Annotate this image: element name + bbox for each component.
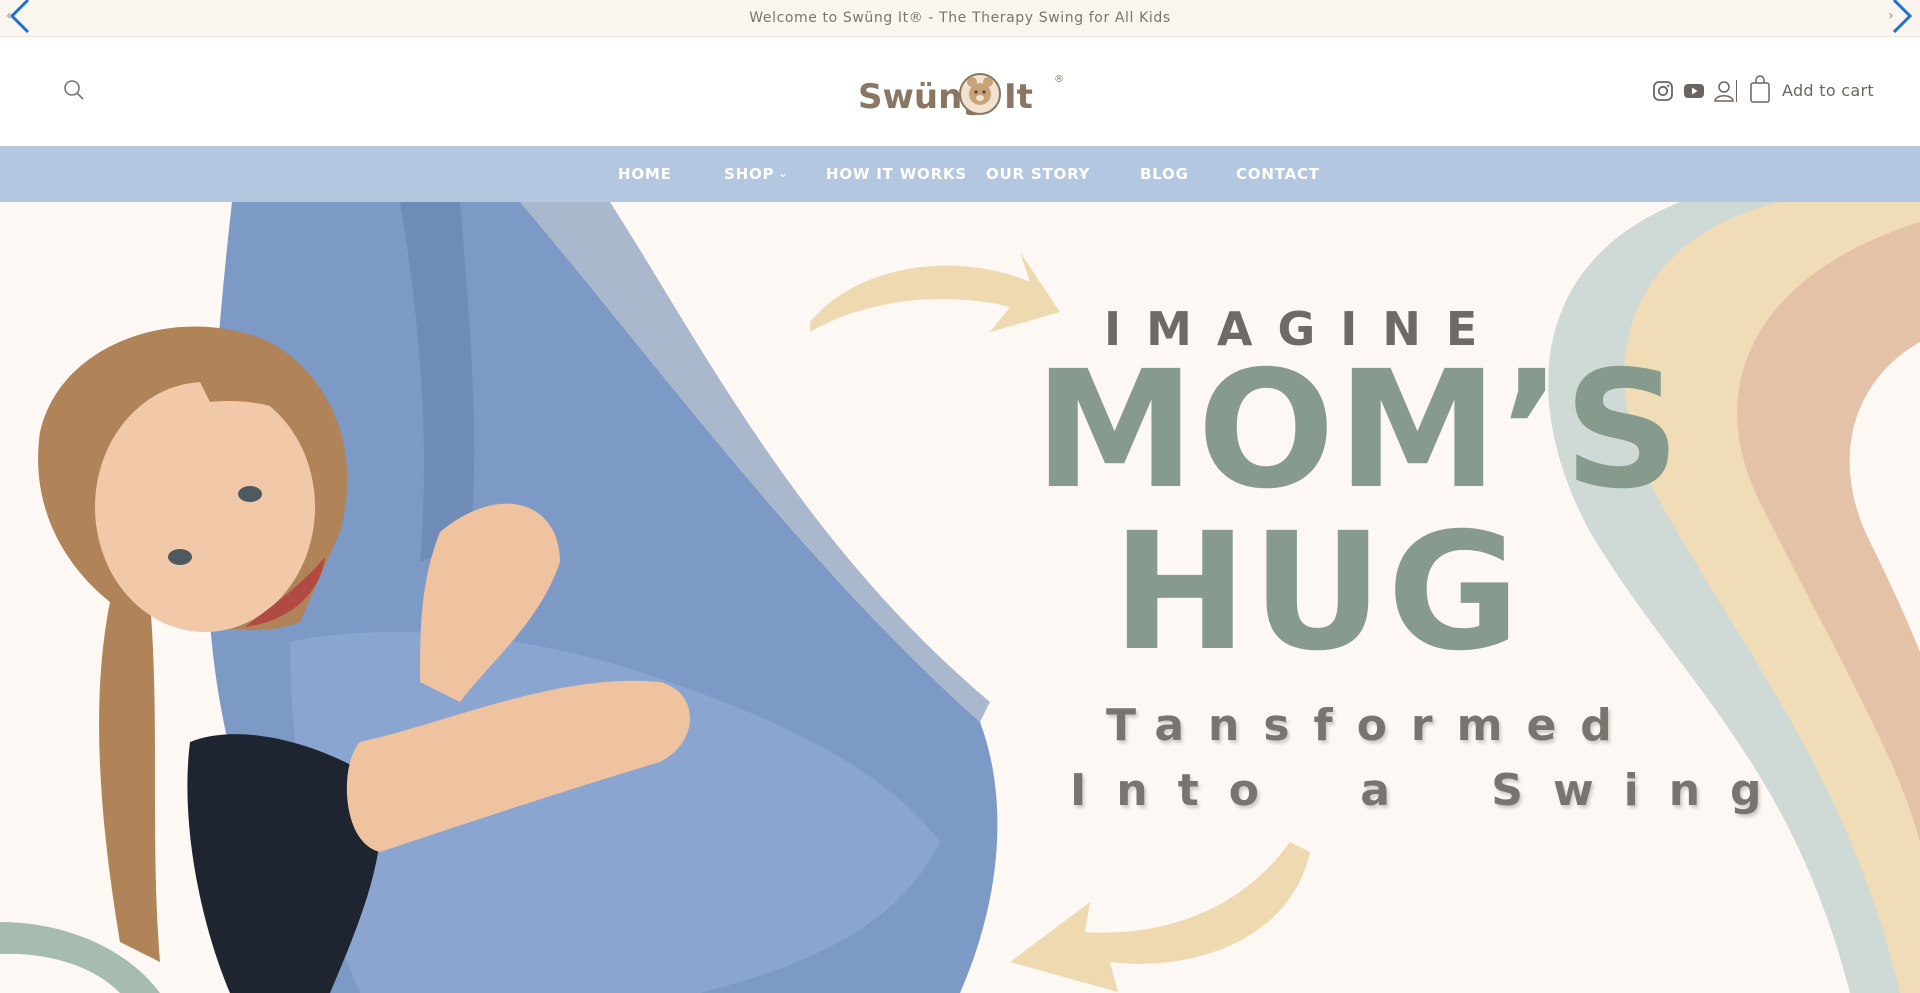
hero-line-into-a-swing: Into a Swing bbox=[1070, 765, 1792, 816]
nav-item-contact[interactable]: CONTACT bbox=[1236, 165, 1320, 183]
add-to-cart-link[interactable]: Add to cart bbox=[1782, 81, 1874, 100]
nav-item-shop[interactable]: SHOP bbox=[724, 165, 774, 183]
hero-line-hug: HUG bbox=[1112, 499, 1525, 687]
user-icon[interactable] bbox=[1712, 78, 1738, 104]
youtube-icon[interactable] bbox=[1681, 78, 1707, 104]
nav-item-blog[interactable]: BLOG bbox=[1140, 165, 1189, 183]
chevron-right-icon[interactable] bbox=[1888, 0, 1918, 38]
svg-text:It: It bbox=[1004, 77, 1033, 117]
site-header: Swüng It ® Add to cart bbox=[0, 38, 1920, 146]
announcement-text: Welcome to Swüng It® - The Therapy Swing… bbox=[749, 10, 1171, 26]
search-icon[interactable] bbox=[62, 78, 86, 102]
header-divider bbox=[1736, 80, 1737, 102]
main-nav: HOME SHOP ⌄ HOW IT WORKS OUR STORY ⌄ BLO… bbox=[0, 146, 1920, 202]
nav-item-our-story[interactable]: OUR STORY bbox=[986, 165, 1090, 183]
nav-item-home[interactable]: HOME bbox=[618, 165, 672, 183]
shopping-bag-icon[interactable] bbox=[1747, 74, 1773, 104]
nav-item-how-it-works[interactable]: HOW IT WORKS bbox=[826, 165, 967, 183]
hero-line-transformed: Tansformed bbox=[1106, 700, 1636, 751]
hero-line-moms: MOM’S bbox=[1034, 337, 1683, 525]
hero-banner[interactable]: IMAGINE MOM’S HUG Tansformed Into a Swin… bbox=[0, 202, 1920, 993]
site-logo[interactable]: Swüng It ® bbox=[856, 68, 1068, 120]
registered-mark: ® bbox=[1054, 74, 1064, 85]
instagram-icon[interactable] bbox=[1650, 78, 1676, 104]
shop-chevron-down-icon[interactable]: ⌄ bbox=[778, 166, 788, 180]
hero-copy: IMAGINE MOM’S HUG Tansformed Into a Swin… bbox=[0, 202, 1920, 993]
announcement-bar: ‹ Welcome to Swüng It® - The Therapy Swi… bbox=[0, 0, 1920, 37]
our-story-chevron-down-icon[interactable]: ⌄ bbox=[1078, 166, 1088, 180]
